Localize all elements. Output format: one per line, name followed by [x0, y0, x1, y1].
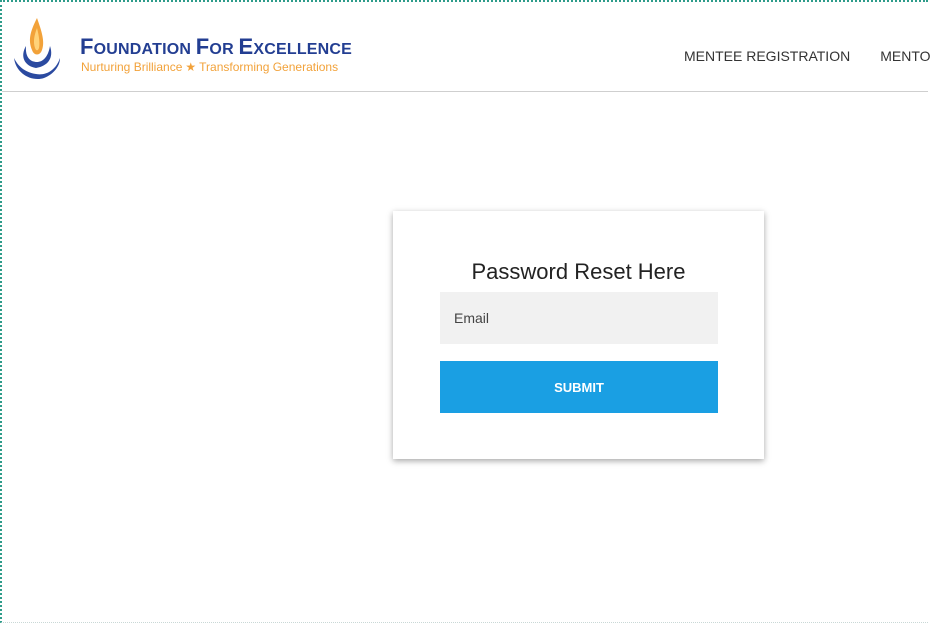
brand-title-word: OR: [209, 41, 239, 58]
brand-title-word: OUNDATION: [93, 41, 196, 58]
flame-in-hands-icon[interactable]: [10, 14, 64, 84]
brand-title[interactable]: FOUNDATION FOR EXCELLENCE: [80, 34, 352, 60]
tagline-right: Transforming Generations: [199, 60, 339, 74]
nav-mentee-registration[interactable]: MENTEE REGISTRATION: [684, 48, 850, 64]
site-header: FOUNDATION FOR EXCELLENCE Nurturing Bril…: [2, 2, 930, 92]
star-icon: ★: [185, 60, 197, 74]
brand-title-letter: F: [80, 34, 94, 59]
card-title: Password Reset Here: [471, 259, 686, 284]
password-reset-card: Password Reset Here SUBMIT: [393, 211, 764, 459]
submit-button[interactable]: SUBMIT: [440, 361, 718, 413]
email-field[interactable]: [440, 292, 718, 344]
tagline-left: Nurturing Brilliance: [81, 60, 183, 74]
brand-tagline: Nurturing Brilliance ★ Transforming Genera…: [81, 60, 338, 74]
top-nav: MENTEE REGISTRATION MENTOR REGISTRATION: [684, 48, 930, 68]
brand-title-letter: E: [238, 34, 254, 59]
brand-title-word: XCELLENCE: [253, 41, 353, 58]
brand-title-letter: F: [195, 34, 210, 59]
nav-mentor-registration[interactable]: MENTOR REGISTRATION: [880, 48, 930, 64]
